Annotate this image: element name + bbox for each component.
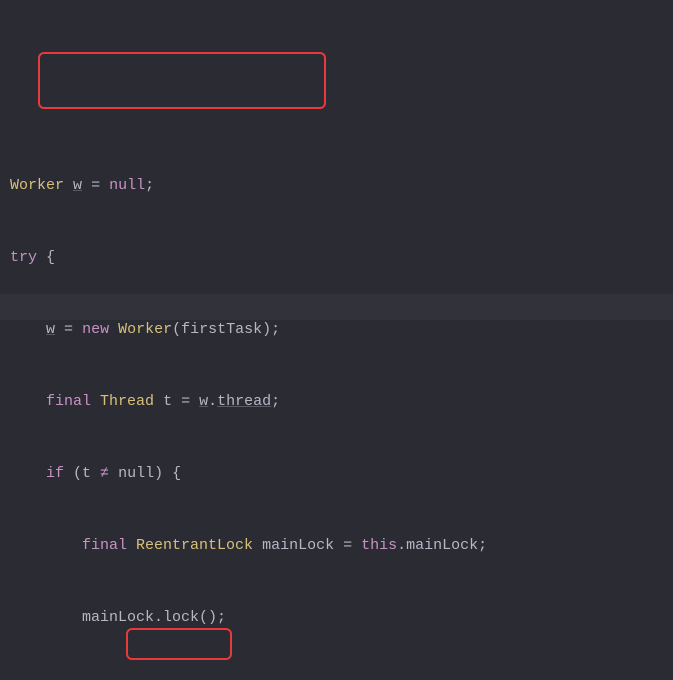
text-token: .mainLock; — [397, 537, 487, 554]
punct-token: ; — [145, 177, 154, 194]
type-token: Worker — [118, 321, 172, 338]
var-token: w — [73, 177, 82, 194]
kw-token: this — [361, 537, 397, 554]
kw-token: null — [109, 177, 145, 194]
kw-token: try — [10, 249, 37, 266]
code-line: final ReentrantLock mainLock = this.main… — [10, 534, 673, 558]
kw-token: new — [82, 321, 109, 338]
line-highlight — [0, 294, 673, 320]
op-token: = — [91, 177, 100, 194]
kw-token: final — [46, 393, 91, 410]
code-editor: Worker w = null; try { w = new Worker(fi… — [0, 0, 673, 680]
punct-token: ; — [271, 393, 280, 410]
op-token: = — [343, 537, 352, 554]
punct-token: { — [46, 249, 55, 266]
code-line: mainLock.lock(); — [10, 606, 673, 630]
op-token: = — [181, 393, 190, 410]
highlight-box — [38, 52, 326, 109]
code-line: Worker w = null; — [10, 174, 673, 198]
type-token: Worker — [10, 177, 64, 194]
code-line: if (t ≠ null) { — [10, 462, 673, 486]
field-token: thread — [217, 393, 271, 410]
kw-token: if — [46, 465, 64, 482]
var-token: t — [163, 393, 172, 410]
var-token: w — [46, 321, 55, 338]
text-token: (firstTask); — [172, 321, 280, 338]
type-token: Thread — [100, 393, 154, 410]
var-token: mainLock — [262, 537, 334, 554]
var-token: w — [199, 393, 208, 410]
kw-token: final — [82, 537, 127, 554]
punct-token: . — [208, 393, 217, 410]
highlight-box — [126, 628, 232, 660]
code-line: final Thread t = w.thread; — [10, 390, 673, 414]
code-line: w = new Worker(firstTask); — [10, 318, 673, 342]
text-token: mainLock.lock(); — [82, 609, 226, 626]
type-token: ReentrantLock — [136, 537, 253, 554]
text-token: (t — [73, 465, 100, 482]
op-token: ≠ — [100, 465, 109, 482]
text-token: null) { — [109, 465, 181, 482]
op-token: = — [64, 321, 73, 338]
code-line: try { — [10, 246, 673, 270]
